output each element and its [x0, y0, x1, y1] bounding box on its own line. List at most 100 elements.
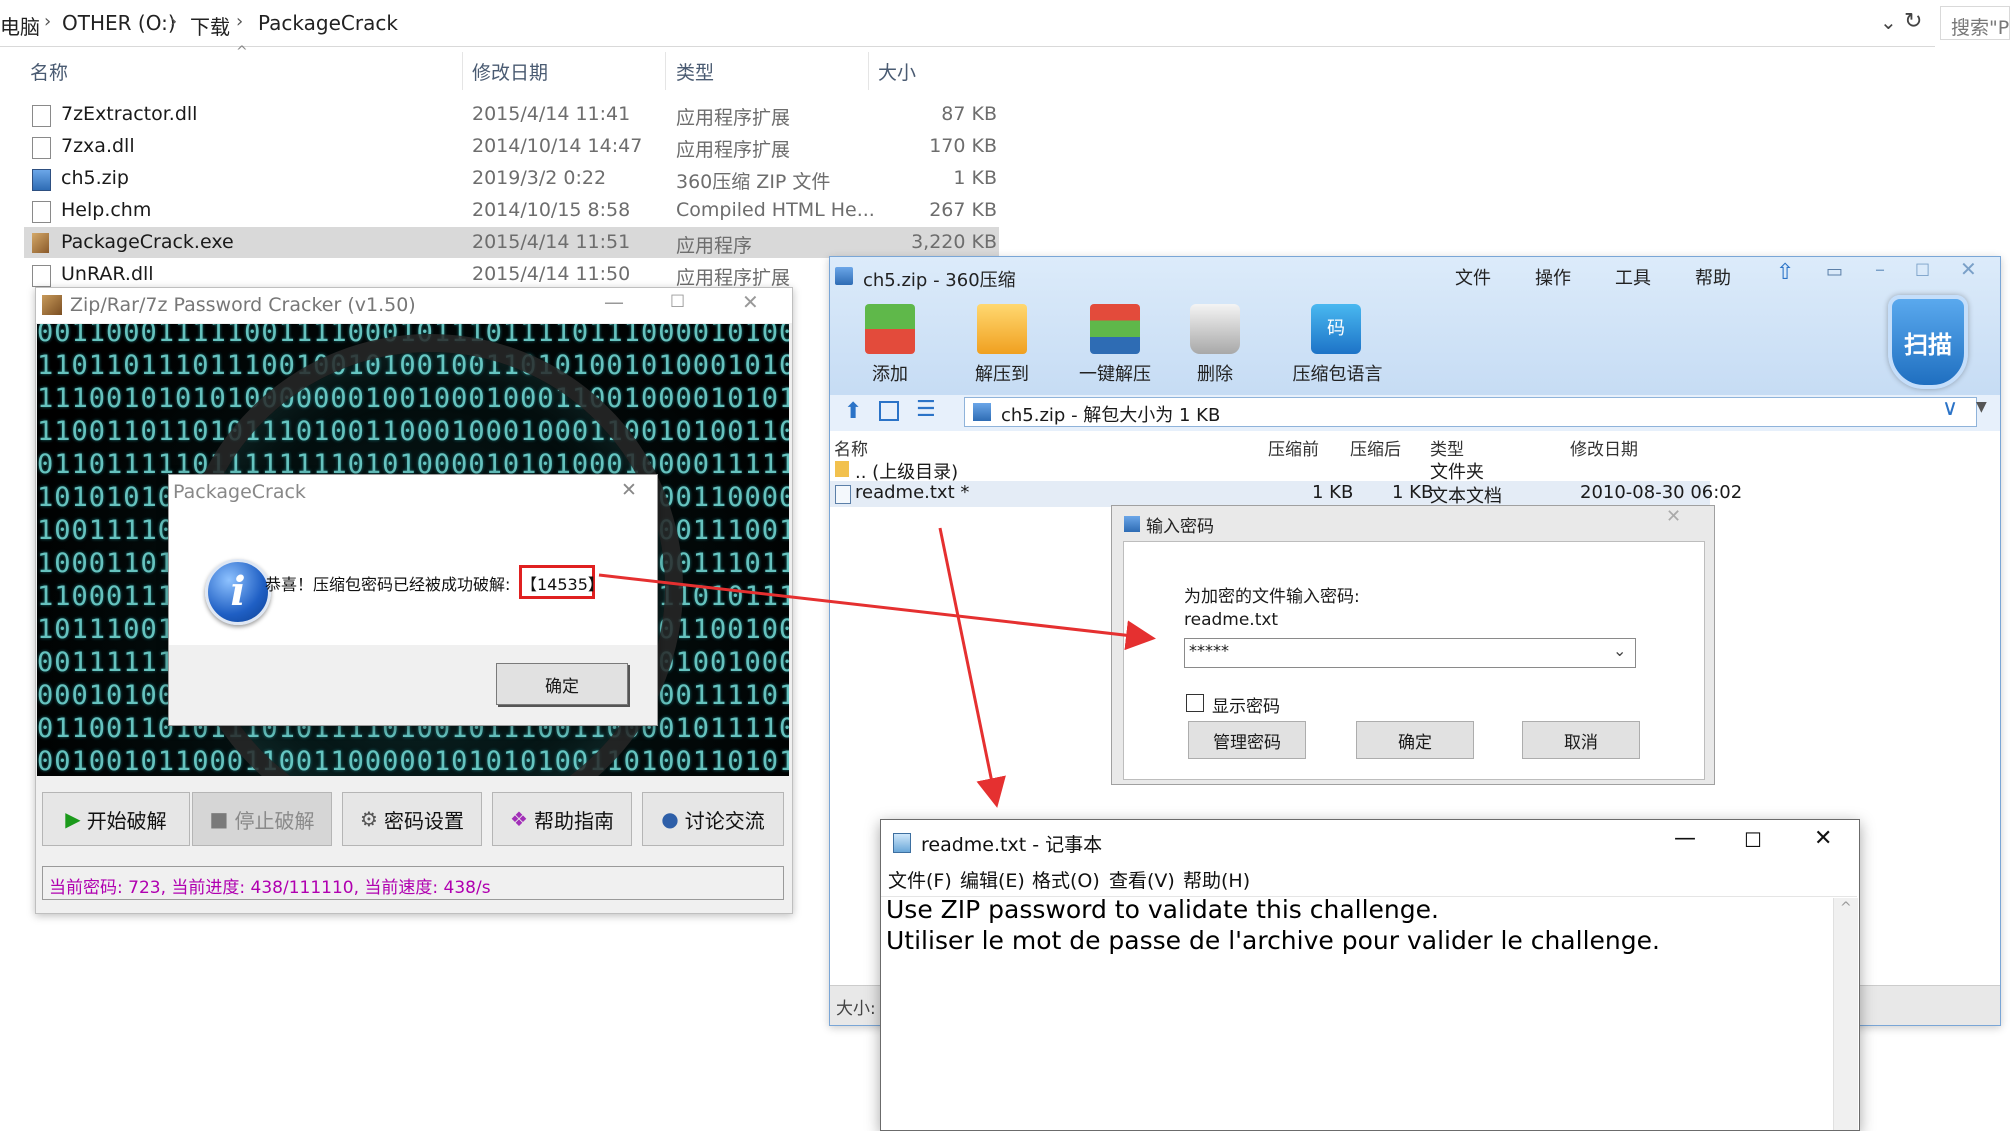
scroll-up-icon[interactable]: ^	[1840, 900, 1852, 916]
breadcrumb-folder[interactable]: PackageCrack	[258, 11, 398, 35]
close-icon[interactable]: ✕	[742, 290, 759, 314]
file-row[interactable]: Help.chm 2014/10/15 8:58 Compiled HTML He.…	[24, 195, 999, 226]
show-password-checkbox[interactable]	[1186, 694, 1204, 712]
success-message-box: PackageCrack ✕ i 恭喜！压缩包密码已经被成功破解: 【14535…	[168, 474, 658, 726]
close-icon[interactable]: ✕	[1814, 826, 1832, 851]
maximize-icon[interactable]: □	[670, 290, 685, 309]
menu-view[interactable]: 查看(V)	[1109, 866, 1175, 893]
help-guide-button[interactable]: ❖ 帮助指南	[492, 792, 632, 846]
column-header-name[interactable]: 名称	[30, 58, 68, 85]
tool-language-label[interactable]: 压缩包语言	[1290, 360, 1385, 386]
start-crack-button[interactable]: ▶ 开始破解	[42, 792, 190, 846]
menu-help[interactable]: 帮助	[1695, 264, 1731, 290]
zip-column-name[interactable]: 名称	[834, 435, 868, 460]
manage-password-button[interactable]: 管理密码	[1188, 721, 1306, 759]
tool-one-click-extract-label[interactable]: 一键解压	[1075, 360, 1155, 386]
refresh-icon[interactable]: ↻	[1904, 9, 1922, 34]
zip-column-before[interactable]: 压缩前	[1268, 435, 1319, 460]
discussion-label: 讨论交流	[684, 808, 765, 833]
password-settings-button[interactable]: ⚙ 密码设置	[342, 792, 482, 846]
column-header-modified[interactable]: 修改日期	[472, 58, 548, 85]
ok-button[interactable]: 确定	[496, 663, 628, 705]
file-name[interactable]: 7zExtractor.dll	[61, 103, 197, 125]
column-header-type[interactable]: 类型	[676, 58, 714, 85]
chm-icon	[32, 201, 51, 223]
chevron-right-icon: ›	[44, 11, 52, 32]
search-input[interactable]: 搜索"Pa	[1940, 6, 2010, 40]
password-input[interactable]: ***** ⌄	[1184, 638, 1636, 668]
dropdown-triangle-icon[interactable]: ▼	[1976, 399, 1987, 415]
menu-help[interactable]: 帮助(H)	[1183, 866, 1250, 893]
address-bar[interactable]: 电脑 › OTHER (O:) › 下载 › PackageCrack ⌄ ↻	[0, 0, 1935, 47]
menu-edit[interactable]: 编辑(E)	[960, 866, 1025, 893]
file-row[interactable]: 7zxa.dll 2014/10/14 14:47 应用程序扩展 170 KB	[24, 131, 999, 162]
minimize-icon[interactable]: —	[604, 290, 624, 314]
chevron-down-icon[interactable]: ∨	[1942, 396, 1958, 421]
up-arrow-icon[interactable]: ⬆	[844, 399, 862, 424]
column-header-size[interactable]: 大小	[878, 58, 916, 85]
file-name[interactable]: ch5.zip	[61, 167, 129, 189]
menu-format[interactable]: 格式(O)	[1032, 866, 1100, 893]
breadcrumb-computer[interactable]: 电脑	[0, 11, 40, 40]
shirt-skin-icon[interactable]: ⇧	[1776, 260, 1794, 285]
column-divider[interactable]	[868, 52, 869, 90]
cancel-button[interactable]: 取消	[1522, 721, 1640, 759]
column-divider[interactable]	[462, 52, 463, 90]
tool-add-label[interactable]: 添加	[860, 360, 920, 386]
ok-button[interactable]: 确定	[1356, 721, 1474, 759]
text-editor[interactable]: Use ZIP password to validate this challe…	[886, 894, 1826, 956]
file-type: 应用程序扩展	[676, 267, 791, 289]
close-icon[interactable]: ✕	[621, 479, 637, 501]
dialog-title: 输入密码	[1146, 517, 1214, 537]
zip-column-type[interactable]: 类型	[1430, 435, 1464, 460]
scan-shield-button[interactable]: 扫描	[1888, 295, 1968, 389]
one-click-extract-icon[interactable]	[1090, 304, 1140, 354]
archive-path-field[interactable]: ch5.zip - 解包大小为 1 KB	[964, 397, 1977, 427]
language-code-icon[interactable]: 码	[1311, 304, 1361, 354]
zip-row-readme-name[interactable]: readme.txt *	[855, 482, 969, 503]
play-icon: ▶	[65, 807, 81, 831]
file-size: 87 KB	[941, 103, 997, 125]
file-row[interactable]: 7zExtractor.dll 2015/4/14 11:41 应用程序扩展 87 K…	[24, 99, 999, 130]
tool-delete-label[interactable]: 删除	[1185, 360, 1245, 386]
zip-app-icon	[1124, 516, 1140, 532]
file-row[interactable]: ch5.zip 2019/3/2 0:22 360压缩 ZIP 文件 1 KB	[24, 163, 999, 194]
menu-operate[interactable]: 操作	[1535, 264, 1571, 290]
zip-file-icon	[973, 403, 991, 421]
list-view-icon[interactable]: ☰	[916, 397, 936, 422]
maximize-icon[interactable]: ☐	[1744, 828, 1762, 852]
zip-column-after[interactable]: 压缩后	[1350, 435, 1401, 460]
stop-crack-button[interactable]: ■ 停止破解	[192, 792, 332, 846]
menu-file[interactable]: 文件(F)	[888, 866, 952, 893]
maximize-icon[interactable]: □	[1915, 259, 1930, 278]
file-size: 3,220 KB	[911, 231, 997, 253]
column-divider[interactable]	[665, 52, 666, 90]
minimize-icon[interactable]: —	[1674, 826, 1696, 851]
zip-column-modified[interactable]: 修改日期	[1570, 435, 1638, 460]
tool-extract-to-label[interactable]: 解压到	[967, 360, 1037, 386]
menu-file[interactable]: 文件	[1455, 264, 1491, 290]
close-icon[interactable]: ✕	[1666, 506, 1681, 527]
feedback-icon[interactable]: ▭	[1826, 261, 1843, 282]
breadcrumb-downloads[interactable]: 下载	[190, 11, 230, 40]
add-files-icon[interactable]	[865, 304, 915, 354]
view-mode-icon[interactable]	[879, 401, 899, 421]
vertical-scrollbar[interactable]: ^	[1833, 898, 1858, 1130]
file-name[interactable]: Help.chm	[61, 199, 151, 221]
chevron-down-icon[interactable]: ⌄	[1880, 10, 1897, 34]
close-icon[interactable]: ✕	[1960, 257, 1977, 281]
file-name[interactable]: PackageCrack.exe	[61, 231, 234, 253]
extract-to-icon[interactable]	[977, 304, 1027, 354]
book-icon: ❖	[510, 807, 528, 831]
trash-delete-icon[interactable]	[1190, 304, 1240, 354]
menu-tools[interactable]: 工具	[1615, 264, 1651, 290]
file-name[interactable]: 7zxa.dll	[61, 135, 135, 157]
window-title: ch5.zip - 360压缩	[863, 270, 1016, 291]
breadcrumb-drive[interactable]: OTHER (O:)	[62, 11, 176, 35]
chevron-down-icon[interactable]: ⌄	[1613, 641, 1626, 660]
show-password-label[interactable]: 显示密码	[1212, 692, 1280, 717]
minimize-icon[interactable]: –	[1875, 257, 1885, 281]
file-row[interactable]: PackageCrack.exe 2015/4/14 11:51 应用程序 3,220…	[24, 227, 999, 258]
discussion-button[interactable]: ● 讨论交流	[642, 792, 784, 846]
file-name[interactable]: UnRAR.dll	[61, 263, 154, 285]
